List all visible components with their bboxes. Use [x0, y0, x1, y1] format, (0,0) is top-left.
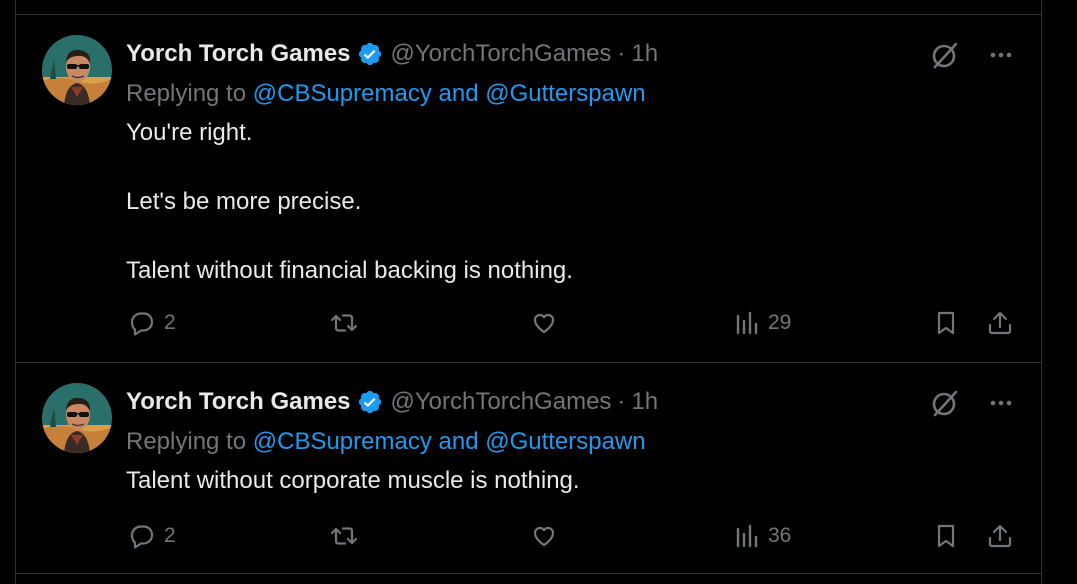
- timestamp[interactable]: 1h: [631, 37, 658, 71]
- separator-dot: ·: [617, 388, 626, 415]
- bookmark-button[interactable]: [932, 309, 960, 337]
- tweet-header: Yorch Torch Games @YorchTorchGames · 1h: [126, 385, 658, 419]
- tweet-text-line: Talent without financial backing is noth…: [126, 257, 573, 284]
- replying-to: Replying to @CBSupremacy and @Gutterspaw…: [126, 77, 646, 111]
- reply-button[interactable]: 2: [128, 522, 176, 550]
- replying-to: Replying to @CBSupremacy and @Gutterspaw…: [126, 425, 646, 459]
- grok-icon[interactable]: [929, 39, 961, 71]
- tweet-top-actions: [929, 387, 1015, 419]
- grok-icon[interactable]: [929, 387, 961, 419]
- views-button[interactable]: 36: [732, 522, 791, 550]
- repost-button[interactable]: [330, 522, 358, 550]
- timestamp[interactable]: 1h: [631, 385, 658, 419]
- heart-icon: [533, 313, 555, 334]
- tweet-text-line: Let's be more precise.: [126, 188, 362, 215]
- tweet-header: Yorch Torch Games @YorchTorchGames · 1h: [126, 37, 658, 71]
- more-options-icon[interactable]: [987, 389, 1015, 417]
- timeline: Yorch Torch Games @YorchTorchGames · 1h …: [15, 0, 1042, 584]
- verified-badge-icon: [358, 390, 381, 414]
- avatar[interactable]: [42, 383, 112, 453]
- heart-icon: [533, 526, 555, 547]
- share-button[interactable]: [986, 522, 1014, 550]
- tweet[interactable]: Yorch Torch Games @YorchTorchGames · 1h …: [16, 363, 1041, 574]
- like-button[interactable]: [530, 522, 558, 550]
- views-count: 29: [768, 311, 792, 334]
- display-name[interactable]: Yorch Torch Games: [126, 385, 351, 419]
- replying-prefix: Replying to: [126, 80, 247, 107]
- repost-button[interactable]: [330, 309, 358, 337]
- replying-mentions[interactable]: @CBSupremacy and @Gutterspawn: [253, 428, 646, 455]
- views-button[interactable]: 29: [732, 309, 791, 337]
- like-button[interactable]: [530, 309, 558, 337]
- display-name[interactable]: Yorch Torch Games: [126, 37, 351, 71]
- reply-icon: [130, 525, 154, 549]
- bookmark-button[interactable]: [932, 522, 960, 550]
- handle[interactable]: @YorchTorchGames: [391, 37, 612, 71]
- tweet-text-line: You're right.: [126, 119, 253, 146]
- tweet[interactable]: Yorch Torch Games @YorchTorchGames · 1h …: [16, 15, 1041, 363]
- repost-icon: [330, 527, 358, 545]
- reply-count: 2: [164, 524, 176, 547]
- reply-count: 2: [164, 311, 176, 334]
- reply-icon: [130, 312, 154, 336]
- repost-icon: [330, 314, 358, 332]
- share-icon: [988, 524, 1012, 548]
- replying-mentions[interactable]: @CBSupremacy and @Gutterspawn: [253, 80, 646, 107]
- separator-dot: ·: [617, 40, 626, 67]
- views-count: 36: [768, 524, 792, 547]
- tweet-top-actions: [929, 39, 1015, 71]
- more-options-icon[interactable]: [987, 41, 1015, 69]
- bookmark-icon: [937, 524, 955, 548]
- bookmark-icon: [937, 311, 955, 335]
- avatar[interactable]: [42, 35, 112, 105]
- tweet-text-line: Talent without corporate muscle is nothi…: [126, 467, 580, 494]
- handle[interactable]: @YorchTorchGames: [391, 385, 612, 419]
- reply-button[interactable]: 2: [128, 309, 176, 337]
- verified-badge-icon: [358, 42, 381, 66]
- share-icon: [988, 311, 1012, 335]
- share-button[interactable]: [986, 309, 1014, 337]
- views-chart-icon: [736, 524, 758, 548]
- replying-prefix: Replying to: [126, 428, 247, 455]
- views-chart-icon: [736, 311, 758, 335]
